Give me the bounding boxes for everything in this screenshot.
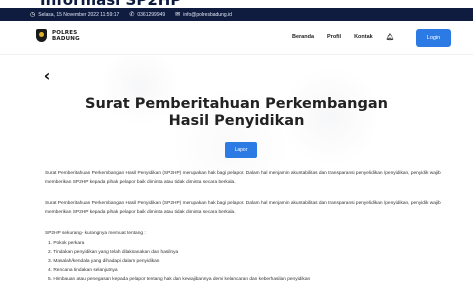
requirements-list: 1. Pokok perkara 2. Tindakan penyidikan … xyxy=(48,239,448,284)
nav-link-profil[interactable]: Profil xyxy=(327,34,341,40)
clock-icon: ◷ xyxy=(30,11,36,18)
list-item: 2. Tindakan penyidikan yang telah dilaks… xyxy=(48,250,179,255)
login-button[interactable]: Login xyxy=(416,29,451,47)
list-intro: SP2HP sekurang- kurangnya memuat tentang… xyxy=(45,231,146,236)
list-item: 4. Rencana tindakan selanjutnya xyxy=(48,268,118,273)
main-content: ‹ Surat Pemberitahuan Perkembangan Hasil… xyxy=(0,56,473,291)
intro-paragraph-2: Surat Pemberitahuan Perkembangan Hasil P… xyxy=(45,201,441,215)
nav-link-kontak[interactable]: Kontak xyxy=(354,34,373,40)
email-info[interactable]: ✉ info@polresbadung.id xyxy=(175,12,232,18)
datetime-text: Selasa, 15 November 2022 11:59:17 xyxy=(38,11,120,18)
logo-line-1: POLRES xyxy=(52,29,78,36)
list-item: 1. Pokok perkara xyxy=(48,241,85,246)
nav-link-beranda[interactable]: Beranda xyxy=(292,34,314,40)
list-item: 5. Himbauan atau penegasan kepada pelapo… xyxy=(48,277,311,282)
top-info-bar: ◷ Selasa, 15 November 2022 11:59:17 ✆ 03… xyxy=(0,8,473,21)
bell-icon[interactable]: 🔔︎ xyxy=(386,33,394,41)
phone-info[interactable]: ✆ 0361299949 xyxy=(129,12,165,18)
logo-text: POLRES BADUNG xyxy=(52,30,80,42)
phone-text[interactable]: 0361299949 xyxy=(137,12,165,18)
site-logo[interactable]: POLRES BADUNG xyxy=(36,29,80,42)
datetime-info: ◷ Selasa, 15 November 2022 11:59:17 xyxy=(30,12,119,18)
intro-paragraph-1: Surat Pemberitahuan Perkembangan Hasil P… xyxy=(45,171,441,185)
page-title: Surat Pemberitahuan Perkembangan Hasil P… xyxy=(85,96,388,129)
lapor-button[interactable]: Lapor xyxy=(225,142,257,158)
mail-icon: ✉ xyxy=(175,11,181,18)
back-arrow-icon[interactable]: ‹ xyxy=(40,67,54,85)
main-navbar: POLRES BADUNG Beranda Profil Kontak 🔔︎ L… xyxy=(0,21,473,55)
nav-links: Beranda Profil Kontak 🔔︎ xyxy=(292,33,394,41)
logo-line-2: BADUNG xyxy=(52,35,80,42)
list-item: 3. Masalah/kendala yang dihadapi dalam p… xyxy=(48,259,160,264)
police-badge-icon xyxy=(36,29,47,42)
email-text[interactable]: info@polresbadung.id xyxy=(183,12,232,18)
phone-icon: ✆ xyxy=(129,11,135,18)
